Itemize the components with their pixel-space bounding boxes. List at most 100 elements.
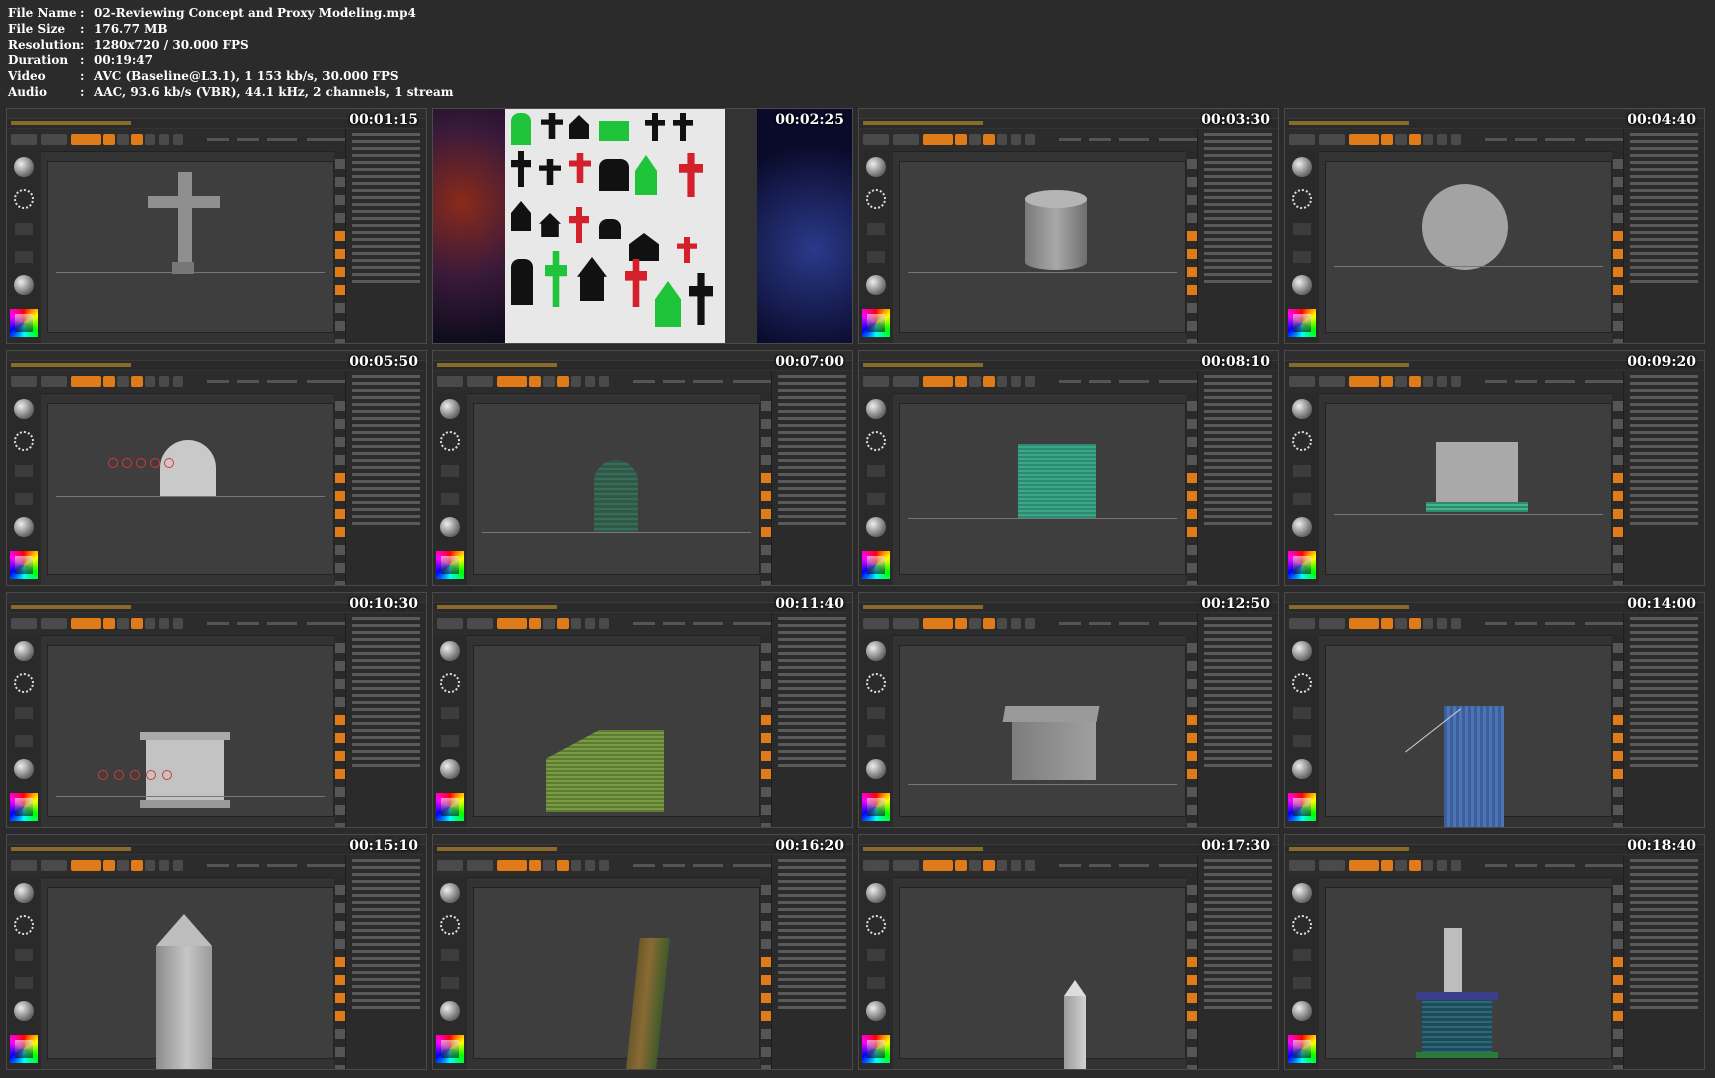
toolbar-button[interactable] [863,618,889,629]
shelf-button[interactable] [335,303,345,313]
palette-item[interactable] [778,880,846,883]
shelf-button[interactable] [1187,715,1197,725]
palette-item[interactable] [778,452,846,455]
toolbar-button[interactable] [893,860,919,871]
video-thumbnail[interactable]: 00:17:30 [858,834,1279,1070]
stroke-icon[interactable] [866,915,886,935]
shelf-button[interactable] [335,249,345,259]
toolbar-button[interactable] [997,134,1007,145]
palette-item[interactable] [778,729,846,732]
palette-item[interactable] [778,694,846,697]
toolbar-button[interactable] [1437,376,1447,387]
palette-item[interactable] [1630,929,1698,932]
toolbar-button[interactable] [117,860,129,871]
shelf-button[interactable] [761,473,771,483]
toolbar-button[interactable] [103,134,115,145]
palette-item[interactable] [1204,147,1272,150]
shelf-button[interactable] [761,509,771,519]
palette-item[interactable] [1630,417,1698,420]
palette-item[interactable] [778,382,846,385]
toolbar-slider[interactable] [733,622,773,625]
alpha-icon[interactable] [441,465,459,477]
palette-item[interactable] [1630,452,1698,455]
palette-item[interactable] [1630,410,1698,413]
palette-item[interactable] [352,403,420,406]
toolbar-button[interactable] [117,134,129,145]
palette-item[interactable] [778,638,846,641]
palette-item[interactable] [352,943,420,946]
palette-item[interactable] [352,245,420,248]
palette-item[interactable] [1204,245,1272,248]
shelf-button[interactable] [761,993,771,1003]
palette-item[interactable] [1204,631,1272,634]
toolbar-slider[interactable] [1485,622,1507,625]
palette-item[interactable] [352,999,420,1002]
palette-item[interactable] [1204,252,1272,255]
toolbar-button[interactable] [1437,134,1447,145]
toolbar-button[interactable] [1349,618,1379,629]
material-icon[interactable] [866,275,886,295]
palette-item[interactable] [778,757,846,760]
shelf-button[interactable] [335,661,345,671]
palette-item[interactable] [352,273,420,276]
shelf-button[interactable] [1613,885,1623,895]
shelf-button[interactable] [761,401,771,411]
toolbar-slider[interactable] [1485,380,1507,383]
toolbar-button[interactable] [103,618,115,629]
toolbar-slider[interactable] [1545,622,1575,625]
palette-item[interactable] [1630,992,1698,995]
toolbar-button[interactable] [117,376,129,387]
palette-item[interactable] [1204,922,1272,925]
palette-item[interactable] [352,480,420,483]
alpha-icon[interactable] [15,949,33,961]
shelf-button[interactable] [1187,419,1197,429]
palette-item[interactable] [1204,950,1272,953]
palette-item[interactable] [1630,445,1698,448]
palette-item[interactable] [1204,887,1272,890]
palette-item[interactable] [352,1006,420,1009]
shelf-button[interactable] [761,751,771,761]
toolbar-button[interactable] [173,376,183,387]
shelf-button[interactable] [1613,545,1623,555]
color-picker[interactable] [10,1035,38,1063]
toolbar-button[interactable] [131,134,143,145]
toolbar-button[interactable] [997,618,1007,629]
palette-item[interactable] [778,624,846,627]
palette-item[interactable] [1630,210,1698,213]
toolbar-button[interactable] [1437,860,1447,871]
palette-item[interactable] [778,417,846,420]
palette-item[interactable] [1630,487,1698,490]
shelf-button[interactable] [1187,787,1197,797]
shelf-button[interactable] [1613,455,1623,465]
palette-item[interactable] [778,743,846,746]
stroke-icon[interactable] [14,431,34,451]
shelf-button[interactable] [1613,249,1623,259]
palette-item[interactable] [778,971,846,974]
color-picker[interactable] [862,793,890,821]
toolbar-button[interactable] [41,618,67,629]
palette-item[interactable] [778,999,846,1002]
material-icon[interactable] [866,759,886,779]
color-picker[interactable] [436,793,464,821]
toolbar-slider[interactable] [1515,138,1537,141]
palette-item[interactable] [1204,189,1272,192]
palette-item[interactable] [352,147,420,150]
toolbar-button[interactable] [1319,376,1345,387]
shelf-button[interactable] [1613,715,1623,725]
palette-item[interactable] [352,161,420,164]
color-picker[interactable] [862,551,890,579]
palette-item[interactable] [1204,396,1272,399]
palette-item[interactable] [352,880,420,883]
toolbar-button[interactable] [467,376,493,387]
shelf-button[interactable] [335,195,345,205]
palette-item[interactable] [352,424,420,427]
shelf-button[interactable] [335,581,345,585]
palette-item[interactable] [352,859,420,862]
shelf-button[interactable] [1613,643,1623,653]
texture-icon[interactable] [867,493,885,505]
stroke-icon[interactable] [866,673,886,693]
palette-item[interactable] [778,908,846,911]
shelf-button[interactable] [761,643,771,653]
palette-item[interactable] [352,757,420,760]
material-icon[interactable] [14,759,34,779]
